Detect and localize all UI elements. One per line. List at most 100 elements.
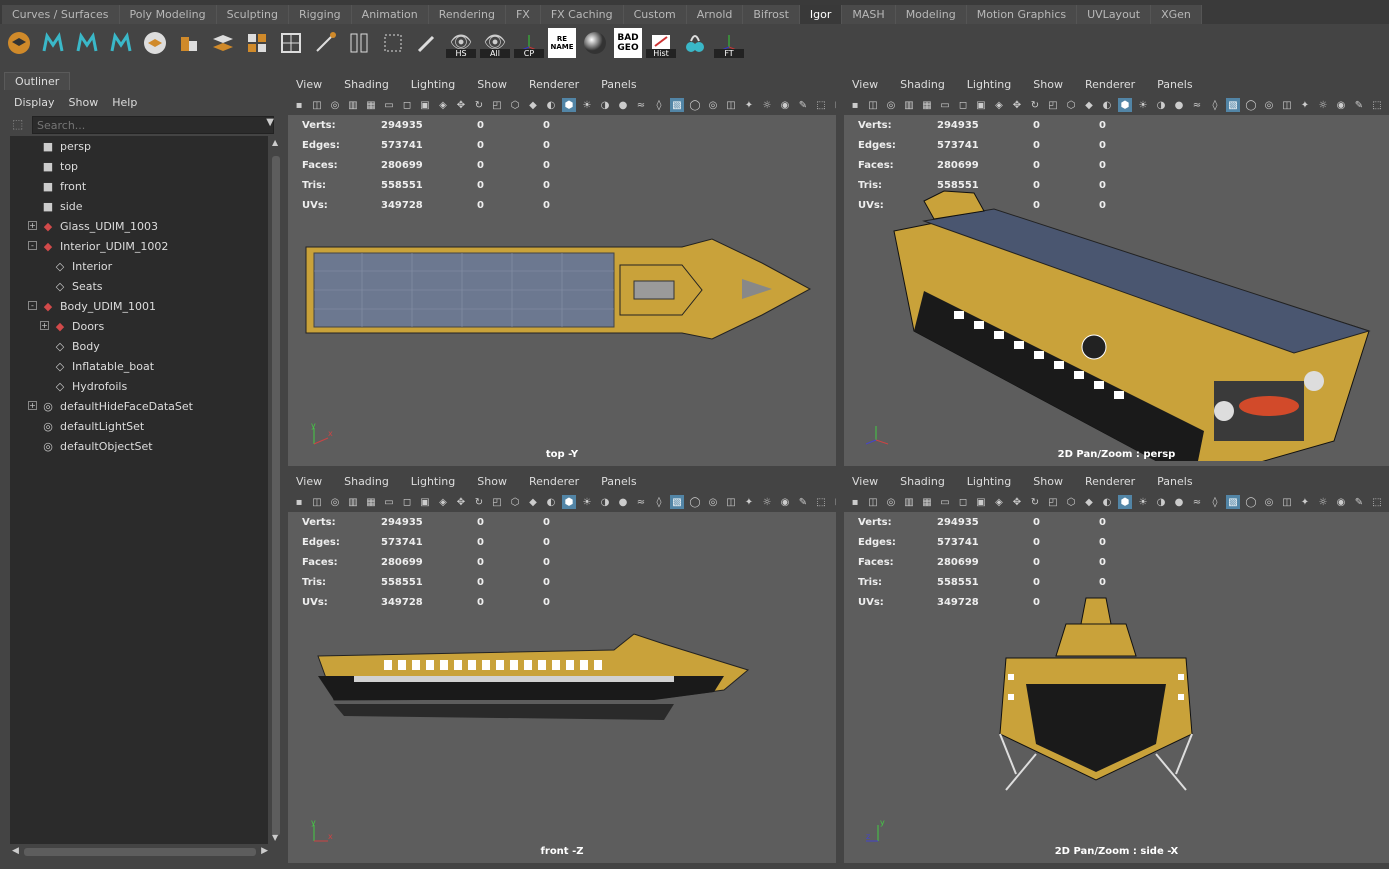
pencil-icon[interactable] (412, 28, 442, 58)
rotate-icon[interactable]: ↻ (1028, 98, 1042, 112)
xray-icon[interactable]: ◯ (688, 495, 702, 509)
viewport-canvas[interactable]: Verts: 294935 0 0 Edges: 573741 0 0 Faces: 280699… (844, 115, 1389, 466)
viewport-front[interactable]: View Shading Lighting Show Renderer Panels ▪ ◫… (288, 470, 836, 863)
plane-stack-icon[interactable] (140, 28, 170, 58)
shadows-icon[interactable]: ◑ (598, 98, 612, 112)
outliner-item-top[interactable]: ■ top (40, 156, 78, 176)
outliner-menu-help[interactable]: Help (112, 96, 137, 109)
film-gate-icon[interactable]: ▭ (382, 98, 396, 112)
outliner-vertical-scrollbar[interactable]: ▲ ▼ (270, 136, 282, 844)
viewport-canvas[interactable]: Verts: 294935 0 0 Edges: 573741 0 0 Faces: 280699… (288, 512, 836, 863)
bookmark-icon[interactable]: ◎ (328, 98, 342, 112)
bookmark-icon[interactable]: ◎ (884, 98, 898, 112)
outliner-item-glass-udim-1003[interactable]: ◆ Glass_UDIM_1003 (40, 216, 158, 236)
camera-attr-icon[interactable]: ◫ (310, 98, 324, 112)
backface-icon[interactable]: ◫ (1280, 495, 1294, 509)
layout-grid-icon[interactable] (276, 28, 306, 58)
outliner-item-front[interactable]: ■ front (40, 176, 86, 196)
rotate-icon[interactable]: ↻ (472, 495, 486, 509)
viewport-canvas[interactable]: Verts: 294935 0 0 Edges: 573741 0 0 Faces: 280699… (288, 115, 836, 466)
hs-eye-icon[interactable]: 👁 HS (446, 28, 476, 58)
shelf-tab-arnold[interactable]: Arnold (686, 5, 744, 24)
scale-icon[interactable]: ◰ (490, 495, 504, 509)
smooth-shade-icon[interactable]: ◆ (1082, 98, 1096, 112)
all-eye-icon[interactable]: 👁 All (480, 28, 510, 58)
shadows-icon[interactable]: ◑ (1154, 98, 1168, 112)
shelf-tab-fx[interactable]: FX (505, 5, 541, 24)
bookmark-icon[interactable]: ◎ (884, 495, 898, 509)
bookmark-icon[interactable]: ◎ (328, 495, 342, 509)
viewport-menu-lighting[interactable]: Lighting (411, 78, 455, 91)
maya-logo-icon-2[interactable] (72, 28, 102, 58)
outliner-item-interior-udim-1002[interactable]: ◆ Interior_UDIM_1002 (40, 236, 169, 256)
move-icon[interactable]: ✥ (454, 98, 468, 112)
shelf-tab-igor[interactable]: Igor (799, 5, 843, 24)
antialias-icon[interactable]: ◊ (1208, 98, 1222, 112)
motion-blur-icon[interactable]: ≈ (1190, 495, 1204, 509)
unfold-icon[interactable] (208, 28, 238, 58)
search-filter-icon[interactable]: ⬚ (12, 117, 23, 131)
default-material-icon[interactable]: ◐ (544, 98, 558, 112)
outliner-item-defaultlightset[interactable]: ◎ defaultLightSet (40, 416, 144, 436)
scroll-right-icon[interactable]: ▶ (261, 846, 268, 856)
bounding-box-icon[interactable] (378, 28, 408, 58)
move-icon[interactable]: ✥ (454, 495, 468, 509)
viewport-menu-renderer[interactable]: Renderer (529, 78, 579, 91)
viewport-top[interactable]: View Shading Lighting Show Renderer Panels ▪ ◫… (288, 73, 836, 466)
viewport-menu-panels[interactable]: Panels (1157, 78, 1192, 91)
smooth-shade-icon[interactable]: ◆ (1082, 495, 1096, 509)
viewport-menu-renderer[interactable]: Renderer (1085, 475, 1135, 488)
backface-icon[interactable]: ◫ (724, 495, 738, 509)
outliner-vscroll-thumb[interactable] (272, 156, 280, 836)
shelf-tab-curves-surfaces[interactable]: Curves / Surfaces (2, 5, 120, 24)
move-icon[interactable]: ✥ (1010, 98, 1024, 112)
highlight-icon[interactable]: ✦ (1298, 98, 1312, 112)
box-stack-icon[interactable] (174, 28, 204, 58)
shelf-tab-sculpting[interactable]: Sculpting (216, 5, 289, 24)
grid-split-icon[interactable] (242, 28, 272, 58)
resolution-gate-icon[interactable]: ◻ (956, 495, 970, 509)
resolution-gate-icon[interactable]: ◻ (400, 98, 414, 112)
grid-icon[interactable]: ▦ (364, 98, 378, 112)
iso-select-icon[interactable]: ⬚ (814, 98, 828, 112)
bad-geo-icon[interactable]: BAD GEO (614, 28, 642, 58)
outliner-menu-display[interactable]: Display (14, 96, 55, 109)
image-plane-icon[interactable]: ▥ (346, 495, 360, 509)
textured-icon[interactable]: ⬢ (562, 495, 576, 509)
xray-icon[interactable]: ◯ (1244, 98, 1258, 112)
textured-icon[interactable]: ⬢ (562, 98, 576, 112)
visibility-icon[interactable]: ◉ (1334, 495, 1348, 509)
ambient-occlusion-icon[interactable]: ● (1172, 495, 1186, 509)
viewport-menu-panels[interactable]: Panels (601, 78, 636, 91)
image-plane-icon[interactable]: ▥ (346, 98, 360, 112)
outliner-item-defaulthidefacedataset[interactable]: ◎ defaultHideFaceDataSet (40, 396, 193, 416)
viewport-menu-view[interactable]: View (296, 475, 322, 488)
xray-joints-icon[interactable]: ◎ (1262, 98, 1276, 112)
draw-curve-icon[interactable] (310, 28, 340, 58)
mirror-icon[interactable] (344, 28, 374, 58)
xray-joints-icon[interactable]: ◎ (706, 495, 720, 509)
outliner-tab[interactable]: Outliner (4, 72, 71, 90)
isolate-icon[interactable]: ▧ (670, 495, 684, 509)
search-dropdown-icon[interactable]: ▼ (266, 117, 274, 128)
motion-blur-icon[interactable]: ≈ (634, 495, 648, 509)
camera-icon[interactable]: ▪ (848, 495, 862, 509)
ambient-occlusion-icon[interactable]: ● (616, 98, 630, 112)
outliner-item-body[interactable]: ◇ Body (52, 336, 100, 356)
visibility-icon[interactable]: ◉ (778, 98, 792, 112)
collapse-icon[interactable]: - (28, 241, 37, 250)
viewport-menu-shading[interactable]: Shading (344, 78, 389, 91)
viewport-menu-shading[interactable]: Shading (900, 78, 945, 91)
viewport-menu-show[interactable]: Show (1033, 475, 1063, 488)
default-material-icon[interactable]: ◐ (544, 495, 558, 509)
hist-icon[interactable]: Hist (646, 28, 676, 58)
shelf-tab-xgen[interactable]: XGen (1151, 5, 1202, 24)
camera-attr-icon[interactable]: ◫ (866, 98, 880, 112)
lights-icon[interactable]: ☀ (1136, 98, 1150, 112)
antialias-icon[interactable]: ◊ (1208, 495, 1222, 509)
scale-icon[interactable]: ◰ (1046, 98, 1060, 112)
iso-select-icon[interactable]: ⬚ (1370, 98, 1384, 112)
ft-axis-icon[interactable]: FT (714, 28, 744, 58)
shelf-tab-bifrost[interactable]: Bifrost (743, 5, 800, 24)
cp-axis-icon[interactable]: CP (514, 28, 544, 58)
